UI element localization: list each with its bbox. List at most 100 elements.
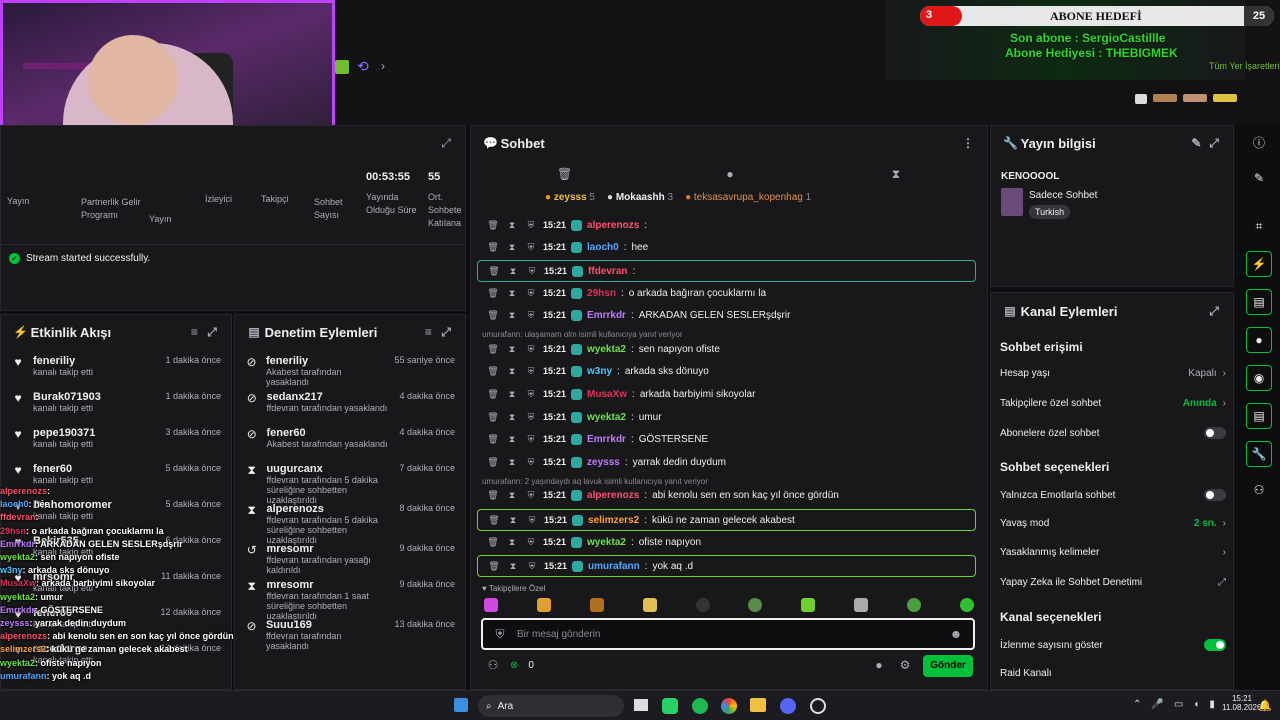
message-user[interactable]: alperenozs [587,220,639,231]
hourglass-icon[interactable]: ⧗ [506,515,520,526]
popout-icon[interactable]: ⤢ [439,136,453,151]
shield-icon[interactable]: ⛨ [525,561,539,572]
chat-message[interactable]: 🗑 ⧗ ⛨ 15:21 Emrrkdr: GÖSTERSENE [486,429,708,449]
shield-icon[interactable]: ⛨ [524,412,538,423]
filter-icon[interactable]: ≡ [421,325,435,339]
shield-icon[interactable]: ⛨ [524,434,538,445]
activity-item[interactable]: ♥ feneriliy kanalı takip etti 1 dakika önce [1,349,231,385]
hourglass-icon[interactable]: ⧗ [889,167,903,182]
taskbar-clock[interactable]: 15:21 11.08.2026 [1222,694,1261,712]
message-user[interactable]: umurafann [588,561,640,572]
activity-item[interactable]: ♥ Burak071903 kanalı takip etti 1 dakika ön… [1,385,231,421]
trash-icon[interactable]: 🗑 [486,310,500,321]
trash-icon[interactable]: 🗑 [486,490,500,501]
task-view-icon[interactable] [634,699,648,711]
hourglass-icon[interactable]: ⧗ [505,242,519,253]
taskbar-search[interactable]: ⌕ Ara [478,695,624,717]
extension-icon[interactable] [335,60,349,74]
emote-icon[interactable] [536,598,551,612]
trash-icon[interactable]: 🗑 [486,537,500,548]
chat-bubble-icon[interactable]: ● [723,167,737,181]
shield-icon[interactable]: ⛨ [524,310,538,321]
shield-icon[interactable]: ⛨ [524,220,538,231]
hourglass-icon[interactable]: ⧗ [505,537,519,548]
chat-message[interactable]: 🗑 ⧗ ⛨ 15:21 zeysss: yarrak dedin duydum [486,452,726,472]
users-icon[interactable]: ⚇ [1246,477,1272,503]
trash-icon[interactable]: 🗑 [486,412,500,423]
chat-message[interactable]: 🗑 ⧗ ⛨ 15:21 ffdevran: [477,260,976,282]
slow-mode-setting[interactable]: Yavaş mod 2 sn. › [1000,518,1226,529]
shield-icon[interactable]: ⛨ [525,266,539,277]
users-icon[interactable]: ⚇ [486,658,500,672]
banned-words-setting[interactable]: Yasaklanmış kelimeler › [1000,547,1226,558]
emote-icon[interactable] [907,598,921,612]
spotify-icon[interactable] [692,698,708,714]
moderation-item[interactable]: ↺ mresomr ffdevran tarafından yasağı kaldı… [235,537,465,575]
crop-icon[interactable]: ⌗ [1246,213,1272,239]
trash-icon[interactable]: 🗑 [557,167,572,181]
notification-icon[interactable]: 🔔 [1258,699,1272,712]
shield-icon[interactable]: ⛨ [524,366,538,377]
shield-icon[interactable]: ⛨ [524,490,538,501]
more-icon[interactable]: ⋮ [961,136,975,150]
moderation-item[interactable]: ⊘ Suuu169 ffdevran tarafından yasaklandı 13… [235,613,465,651]
raid-channel-setting[interactable]: Raid Kanalı [1000,668,1226,679]
trash-icon[interactable]: 🗑 [486,344,500,355]
chat-message[interactable]: 🗑 ⧗ ⛨ 15:21 29hsn: o arkada bağıran çocuklarm… [486,283,766,303]
trash-icon[interactable]: 🗑 [487,515,501,526]
message-user[interactable]: wyekta2 [587,412,626,423]
trash-icon[interactable]: 🗑 [486,366,500,377]
popout-icon[interactable]: ⤢ [205,325,219,340]
moderation-item[interactable]: ⊘ feneriliy Akabest tarafından yasaklandı 5… [235,349,465,387]
document-icon[interactable]: ▤ [1246,289,1272,315]
emote-icon[interactable] [695,598,710,612]
subscribers-only-toggle[interactable] [1204,427,1226,439]
hourglass-icon[interactable]: ⧗ [506,266,520,277]
chevron-right-icon[interactable]: › [381,59,385,73]
hourglass-icon[interactable]: ⧗ [505,288,519,299]
moderation-item[interactable]: ⧗ uugurcanx ffdevran tarafından 5 dakika s… [235,457,465,505]
gear-icon[interactable]: ⚙ [898,658,912,672]
file-explorer-icon[interactable] [750,698,766,712]
emote-icon[interactable] [854,598,869,612]
message-user[interactable]: alperenozs [587,490,639,501]
shield-icon[interactable]: ⛨ [524,389,538,400]
chat-message[interactable]: 🗑 ⧗ ⛨ 15:21 MusaXw: arkada barbiyimi sikoyola… [486,384,755,404]
chat-message[interactable]: 🗑 ⧗ ⛨ 15:21 selimzers2: kükü ne zaman gelecek… [477,509,976,531]
sync-icon[interactable]: ⟲ [357,58,369,75]
followers-only-setting[interactable]: Takipçilere özel sohbet Anında › [1000,398,1226,409]
filter-icon[interactable]: ≡ [187,325,201,339]
message-user[interactable]: w3ny [587,366,612,377]
trash-icon[interactable]: 🗑 [486,242,500,253]
activity-item[interactable]: ♥ pepe190371 kanalı takip etti 3 dakika önc… [1,421,231,457]
shield-icon[interactable]: ⛨ [524,288,538,299]
chat-message[interactable]: 🗑 ⧗ ⛨ 15:21 alperenozs: [486,215,652,235]
top-chatter-1[interactable]: ● zeysss 5 [545,192,595,203]
chat-message[interactable]: 🗑 ⧗ ⛨ 15:21 laoch0: hee [486,237,648,257]
moderation-item[interactable]: ⊘ sedanx217 ffdevran tarafından yasaklandı… [235,385,465,421]
chat-message[interactable]: 🗑 ⧗ ⛨ 15:21 wyekta2: umur [486,407,662,427]
moderation-item[interactable]: ⊘ fener60 Akabest tarafından yasaklandı 4 d… [235,421,465,457]
trash-icon[interactable]: 🗑 [486,389,500,400]
emote-icon[interactable] [589,598,604,612]
stream-category[interactable]: Sadece Sohbet [1029,190,1097,201]
emote-only-toggle[interactable] [1204,489,1226,501]
chat-message[interactable]: 🗑 ⧗ ⛨ 15:21 w3ny: arkada sks dönuyo [486,361,709,381]
shield-icon[interactable]: ⛨ [525,515,539,526]
chat-message[interactable]: 🗑 ⧗ ⛨ 15:21 wyekta2: ofiste napıyon [486,532,701,552]
moderation-item[interactable]: ⧗ mresomr ffdevran tarafından 1 saat sürel… [235,573,465,621]
shield-icon[interactable]: ⛨ [524,344,538,355]
trash-icon[interactable]: 🗑 [486,288,500,299]
chat-input[interactable]: ⛨ Bir mesaj gönderin ☻ [481,618,975,650]
popout-icon[interactable]: ⤢ [1207,136,1221,151]
emote-icon[interactable] [642,598,657,612]
chat-bubble-icon[interactable]: ● [872,658,886,672]
chat-message[interactable]: 🗑 ⧗ ⛨ 15:21 Emrrkdr: ARKADAN GELEN SESLERşdşr… [486,305,790,325]
hourglass-icon[interactable]: ⧗ [505,344,519,355]
wrench-icon[interactable]: 🔧 [1246,441,1272,467]
hourglass-icon[interactable]: ⧗ [505,389,519,400]
windows-start-icon[interactable] [454,698,468,712]
trash-icon[interactable]: 🗑 [487,266,501,277]
system-tray[interactable]: ⌃ 🎤 ▭ ◖ ▮ [1133,699,1215,710]
bookmarks-link[interactable]: Tüm Yer İşaretleri [1209,61,1280,71]
